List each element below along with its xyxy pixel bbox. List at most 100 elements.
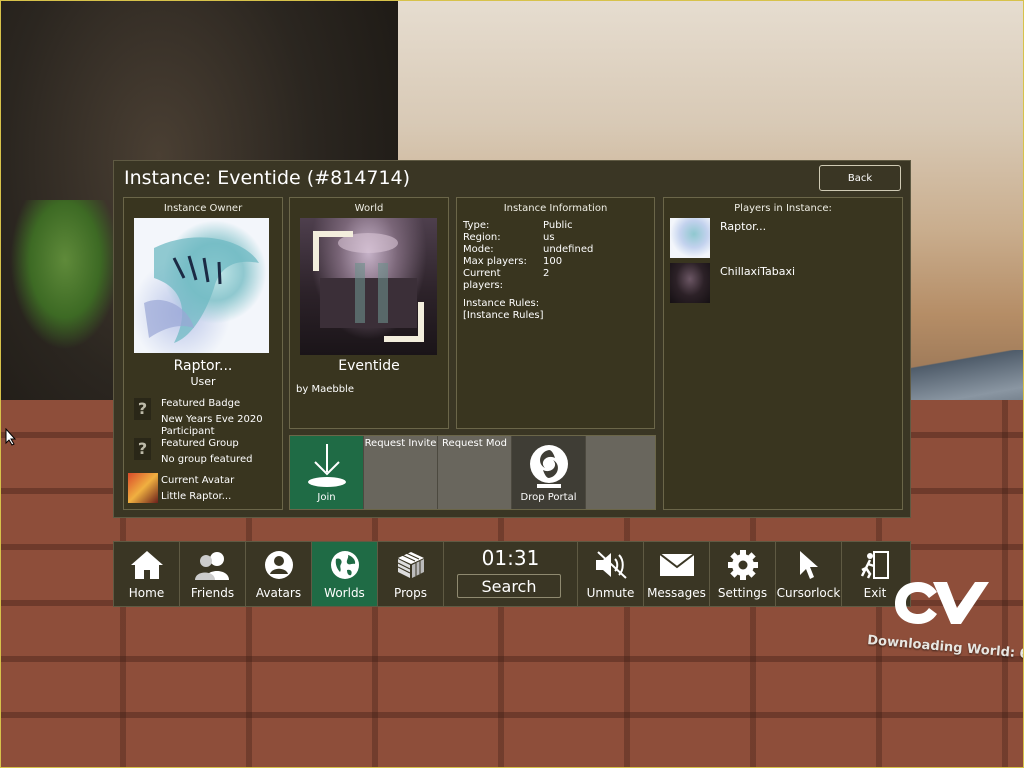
exit-door-icon: [860, 551, 889, 579]
menu-friends-button[interactable]: Friends: [180, 542, 246, 606]
player-avatar: [670, 263, 710, 303]
gear-icon: [727, 550, 758, 580]
drop-portal-label: Drop Portal: [520, 492, 577, 503]
menu-unmute-button[interactable]: Unmute: [578, 542, 644, 606]
info-row-type: Type: Public: [463, 220, 593, 232]
menu-messages-label: Messages: [647, 586, 706, 600]
globe-icon: [330, 551, 359, 579]
request-invite-label: Request Invite: [364, 438, 437, 449]
menu-avatars-button[interactable]: Avatars: [246, 542, 312, 606]
menu-home-label: Home: [128, 586, 165, 600]
panel-title: Instance: Eventide (#814714): [124, 167, 411, 189]
menu-cursorlock-button[interactable]: Cursorlock: [776, 542, 842, 606]
empty-action-slot: [586, 436, 655, 509]
menu-unmute-label: Unmute: [586, 586, 635, 600]
world-card: World Eventide by Maebble: [289, 197, 449, 429]
world-thumbnail[interactable]: [300, 218, 437, 355]
request-mod-button[interactable]: Request Mod: [438, 436, 512, 509]
featured-group-value: No group featured: [161, 454, 253, 465]
info-key: Type:: [463, 220, 490, 231]
menu-cursorlock-label: Cursorlock: [776, 586, 841, 600]
info-value: 100: [543, 256, 563, 267]
instance-owner-card: Instance Owner Raptor... User ? Featured…: [123, 197, 283, 510]
info-value: 2: [543, 268, 550, 279]
players-heading: Players in Instance:: [734, 203, 832, 214]
menu-friends-label: Friends: [190, 586, 235, 600]
instance-actions: Join Request Invite Request Mod Drop Por…: [289, 435, 656, 510]
tree: [10, 200, 120, 350]
join-label: Join: [317, 492, 336, 503]
menu-avatars-label: Avatars: [255, 586, 302, 600]
frame-corner-bottom-right: [384, 302, 424, 342]
menu-settings-label: Settings: [717, 586, 768, 600]
featured-badge-value: New Years Eve 2020 Participant: [161, 414, 263, 437]
question-mark-icon: ?: [134, 438, 151, 460]
search-button[interactable]: Search: [457, 574, 561, 598]
menu-worlds-button[interactable]: Worlds: [312, 542, 378, 606]
cube-icon: [397, 552, 424, 578]
instance-panel: Instance: Eventide (#814714) Back Instan…: [113, 160, 911, 518]
player-avatar: [670, 218, 710, 258]
player-name: Raptor...: [720, 220, 767, 233]
info-key: Mode:: [463, 244, 494, 255]
speaker-muted-icon: [595, 551, 627, 579]
avatar-icon: [264, 551, 293, 579]
player-row[interactable]: Raptor...: [670, 218, 890, 258]
players-card: Players in Instance: Raptor... ChillaxiT…: [663, 197, 903, 510]
instance-info-heading: Instance Information: [503, 203, 608, 214]
envelope-icon: [658, 553, 695, 576]
info-key: Max players:: [463, 256, 527, 267]
join-download-icon: [307, 444, 346, 487]
frame-corner-top-left: [313, 231, 353, 271]
instance-rules-label: Instance Rules:: [463, 298, 540, 309]
menu-worlds-label: Worlds: [324, 586, 365, 600]
clock: 01:31: [481, 546, 540, 570]
info-row-max-players: Max players: 100: [463, 256, 593, 268]
request-invite-button[interactable]: Request Invite: [364, 436, 438, 509]
question-mark-icon: ?: [134, 398, 151, 420]
instance-rules-value: [Instance Rules]: [463, 310, 544, 321]
menu-props-label: Props: [394, 586, 427, 600]
quick-menu-bar: Home Friends Avatars Worlds Props 01:31 …: [113, 541, 911, 607]
current-avatar-thumbnail[interactable]: [128, 473, 158, 503]
back-button[interactable]: Back: [819, 165, 901, 191]
current-avatar-label: Current Avatar: [161, 475, 235, 486]
cursor-arrow-icon: [799, 551, 818, 579]
info-value: us: [543, 232, 555, 243]
player-row[interactable]: ChillaxiTabaxi: [670, 263, 890, 303]
world-author: by Maebble: [296, 384, 354, 395]
info-key: Region:: [463, 232, 501, 243]
info-row-current-players: Current players: 2: [463, 268, 593, 292]
player-name: ChillaxiTabaxi: [720, 265, 796, 278]
instance-rules: Instance Rules: [Instance Rules]: [463, 298, 544, 322]
menu-home-button[interactable]: Home: [114, 542, 180, 606]
featured-badge-label: Featured Badge: [161, 398, 241, 409]
request-mod-label: Request Mod: [442, 438, 507, 449]
current-avatar-value: Little Raptor...: [161, 491, 232, 502]
info-value: Public: [543, 220, 573, 231]
owner-profile-image[interactable]: [134, 218, 269, 353]
portal-icon: [529, 445, 568, 488]
info-key: Current players:: [463, 268, 504, 291]
world-name: Eventide: [338, 358, 400, 374]
owner-role: User: [190, 375, 216, 388]
owner-heading: Instance Owner: [163, 203, 243, 214]
clock-search-block: 01:31 Search: [444, 542, 578, 606]
instance-info-card: Instance Information Type: Public Region…: [456, 197, 655, 429]
info-row-region: Region: us: [463, 232, 593, 244]
home-icon: [130, 551, 163, 579]
menu-messages-button[interactable]: Messages: [644, 542, 710, 606]
owner-name: Raptor...: [173, 358, 233, 374]
drop-portal-button[interactable]: Drop Portal: [512, 436, 586, 509]
info-row-mode: Mode: undefined: [463, 244, 593, 256]
chilloutvr-logo-icon: [895, 582, 989, 624]
instance-info-rows: Type: Public Region: us Mode: undefined …: [463, 220, 593, 292]
mouse-cursor-icon: [5, 428, 17, 446]
menu-settings-button[interactable]: Settings: [710, 542, 776, 606]
friends-icon: [194, 552, 229, 580]
menu-props-button[interactable]: Props: [378, 542, 444, 606]
featured-group-label: Featured Group: [161, 438, 239, 449]
info-value: undefined: [543, 244, 594, 255]
world-heading: World: [354, 203, 384, 214]
join-button[interactable]: Join: [290, 436, 364, 509]
